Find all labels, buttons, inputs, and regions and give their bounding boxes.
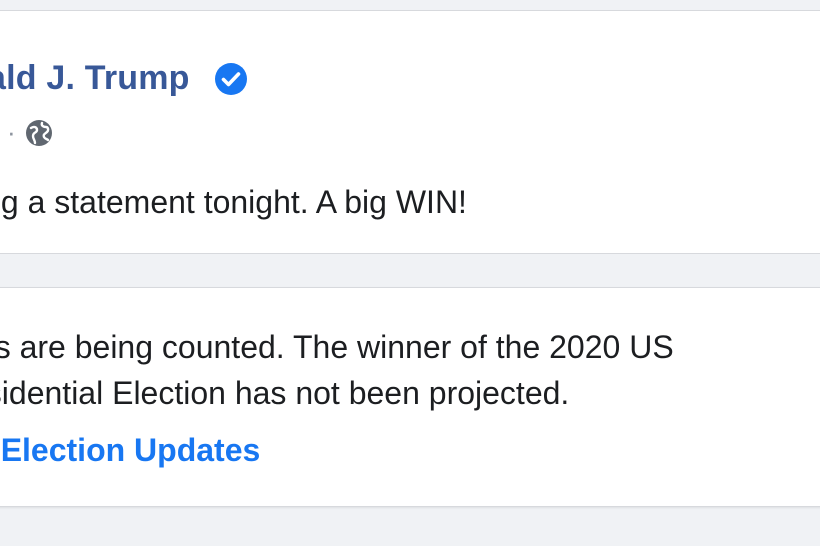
post-author-row: nald J. Trump (0, 59, 248, 98)
globe-icon[interactable] (24, 118, 54, 148)
see-election-updates-link[interactable]: e Election Updates (0, 432, 260, 469)
election-info-card: tes are being counted. The winner of the… (0, 287, 820, 507)
election-info-text: tes are being counted. The winner of the… (0, 324, 674, 416)
verified-badge-icon (214, 62, 248, 96)
author-name-link[interactable]: nald J. Trump (0, 59, 190, 98)
election-info-line-2: esidential Election has not been project… (0, 375, 570, 411)
post-card: nald J. Trump s · king a statement tonig… (0, 10, 820, 254)
meta-separator: · (7, 117, 16, 147)
election-info-line-1: tes are being counted. The winner of the… (0, 329, 674, 365)
post-message-text: king a statement tonight. A big WIN! (0, 184, 467, 220)
post-meta-row: s · (0, 117, 54, 148)
